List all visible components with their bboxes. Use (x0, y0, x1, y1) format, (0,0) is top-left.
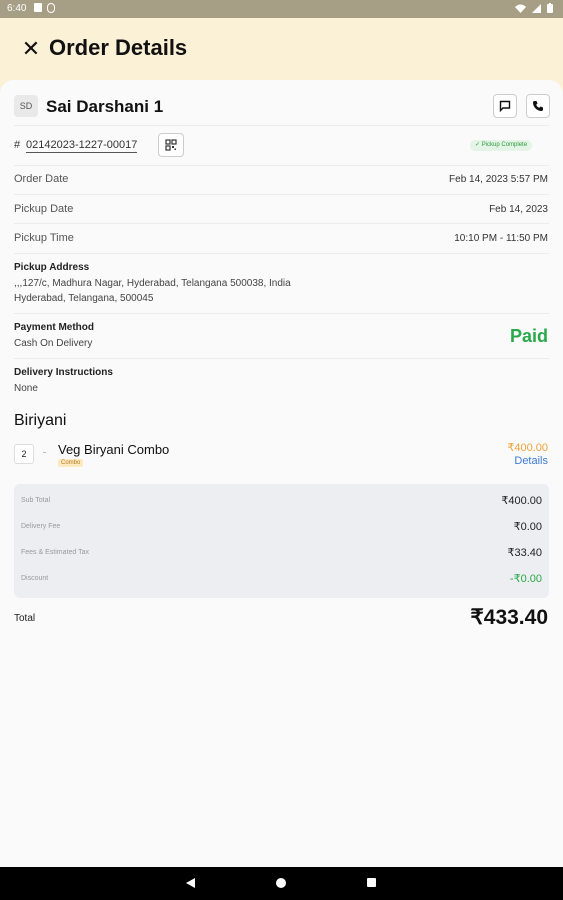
close-icon[interactable]: ✕ (20, 38, 42, 60)
app-header: ✕ Order Details (0, 18, 563, 82)
page-title: Order Details (49, 35, 188, 60)
order-number[interactable]: 02142023-1227-00017 (26, 139, 138, 153)
pickup-address-line1: ,,,127/c, Madhura Nagar, Hyderabad, Tela… (14, 278, 291, 289)
total-value: ₹433.40 (470, 606, 548, 629)
category-title: Biriyani (14, 412, 67, 429)
navigation-bar (0, 867, 563, 900)
order-date-value: Feb 14, 2023 5:57 PM (449, 174, 548, 185)
chat-icon (499, 100, 511, 112)
pickup-date-value: Feb 14, 2023 (489, 204, 548, 215)
pickup-address-line2: Hyderabad, Telangana, 500045 (14, 293, 154, 304)
status-time: 6:40 (7, 3, 27, 14)
back-icon[interactable] (186, 878, 195, 888)
home-icon[interactable] (276, 878, 286, 888)
battery-icon (547, 3, 553, 13)
sim-icon (47, 3, 55, 13)
divider (14, 223, 549, 224)
notification-icons (34, 3, 55, 13)
delivery-fee-value: ₹0.00 (513, 521, 542, 533)
item-separator (43, 452, 46, 453)
pickup-date-label: Pickup Date (14, 203, 74, 215)
divider (14, 165, 549, 166)
divider (14, 313, 549, 314)
pickup-time-value: 10:10 PM - 11:50 PM (454, 233, 548, 244)
avatar: SD (14, 95, 38, 117)
customer-name: Sai Darshani 1 (46, 97, 164, 116)
order-date-label: Order Date (14, 173, 69, 185)
combo-tag: Combo (58, 459, 84, 467)
divider (14, 194, 549, 195)
divider (14, 253, 549, 254)
order-summary (14, 484, 549, 598)
phone-icon (533, 101, 543, 111)
delivery-instructions-title: Delivery Instructions (14, 367, 113, 378)
payment-status: Paid (509, 326, 548, 346)
order-card (0, 80, 563, 867)
qr-code-button[interactable] (158, 133, 184, 157)
qr-code-icon (165, 139, 177, 151)
total-label: Total (14, 613, 36, 624)
order-hash: # (14, 139, 21, 151)
status-badge: ✓ Pickup Complete (470, 140, 533, 151)
item-price: ₹400.00 (507, 442, 548, 454)
payment-method-value: Cash On Delivery (14, 338, 93, 349)
recents-icon[interactable] (367, 878, 376, 887)
payment-method-title: Payment Method (14, 322, 95, 333)
subtotal-label: Sub Total (21, 497, 51, 504)
pickup-address-title: Pickup Address (14, 262, 90, 273)
notification-icon (34, 3, 42, 12)
pickup-time-label: Pickup Time (14, 232, 74, 244)
wifi-icon (515, 4, 526, 13)
chat-button[interactable] (493, 94, 517, 118)
status-bar: 6:40 (0, 0, 563, 18)
subtotal-value: ₹400.00 (501, 495, 542, 507)
delivery-instructions-value: None (14, 383, 38, 394)
discount-value: -₹0.00 (509, 573, 542, 585)
divider (14, 358, 549, 359)
call-button[interactable] (526, 94, 550, 118)
discount-label: Discount (21, 575, 49, 582)
item-quantity: 2 (14, 444, 34, 464)
status-right (515, 3, 553, 13)
item-details-link[interactable]: Details (514, 455, 548, 467)
divider (14, 125, 549, 126)
delivery-fee-label: Delivery Fee (21, 523, 61, 530)
fees-tax-value: ₹33.40 (507, 547, 542, 559)
item-name: Veg Biryani Combo (58, 442, 170, 457)
fees-tax-label: Fees & Estimated Tax (21, 549, 89, 556)
signal-icon (532, 3, 541, 13)
